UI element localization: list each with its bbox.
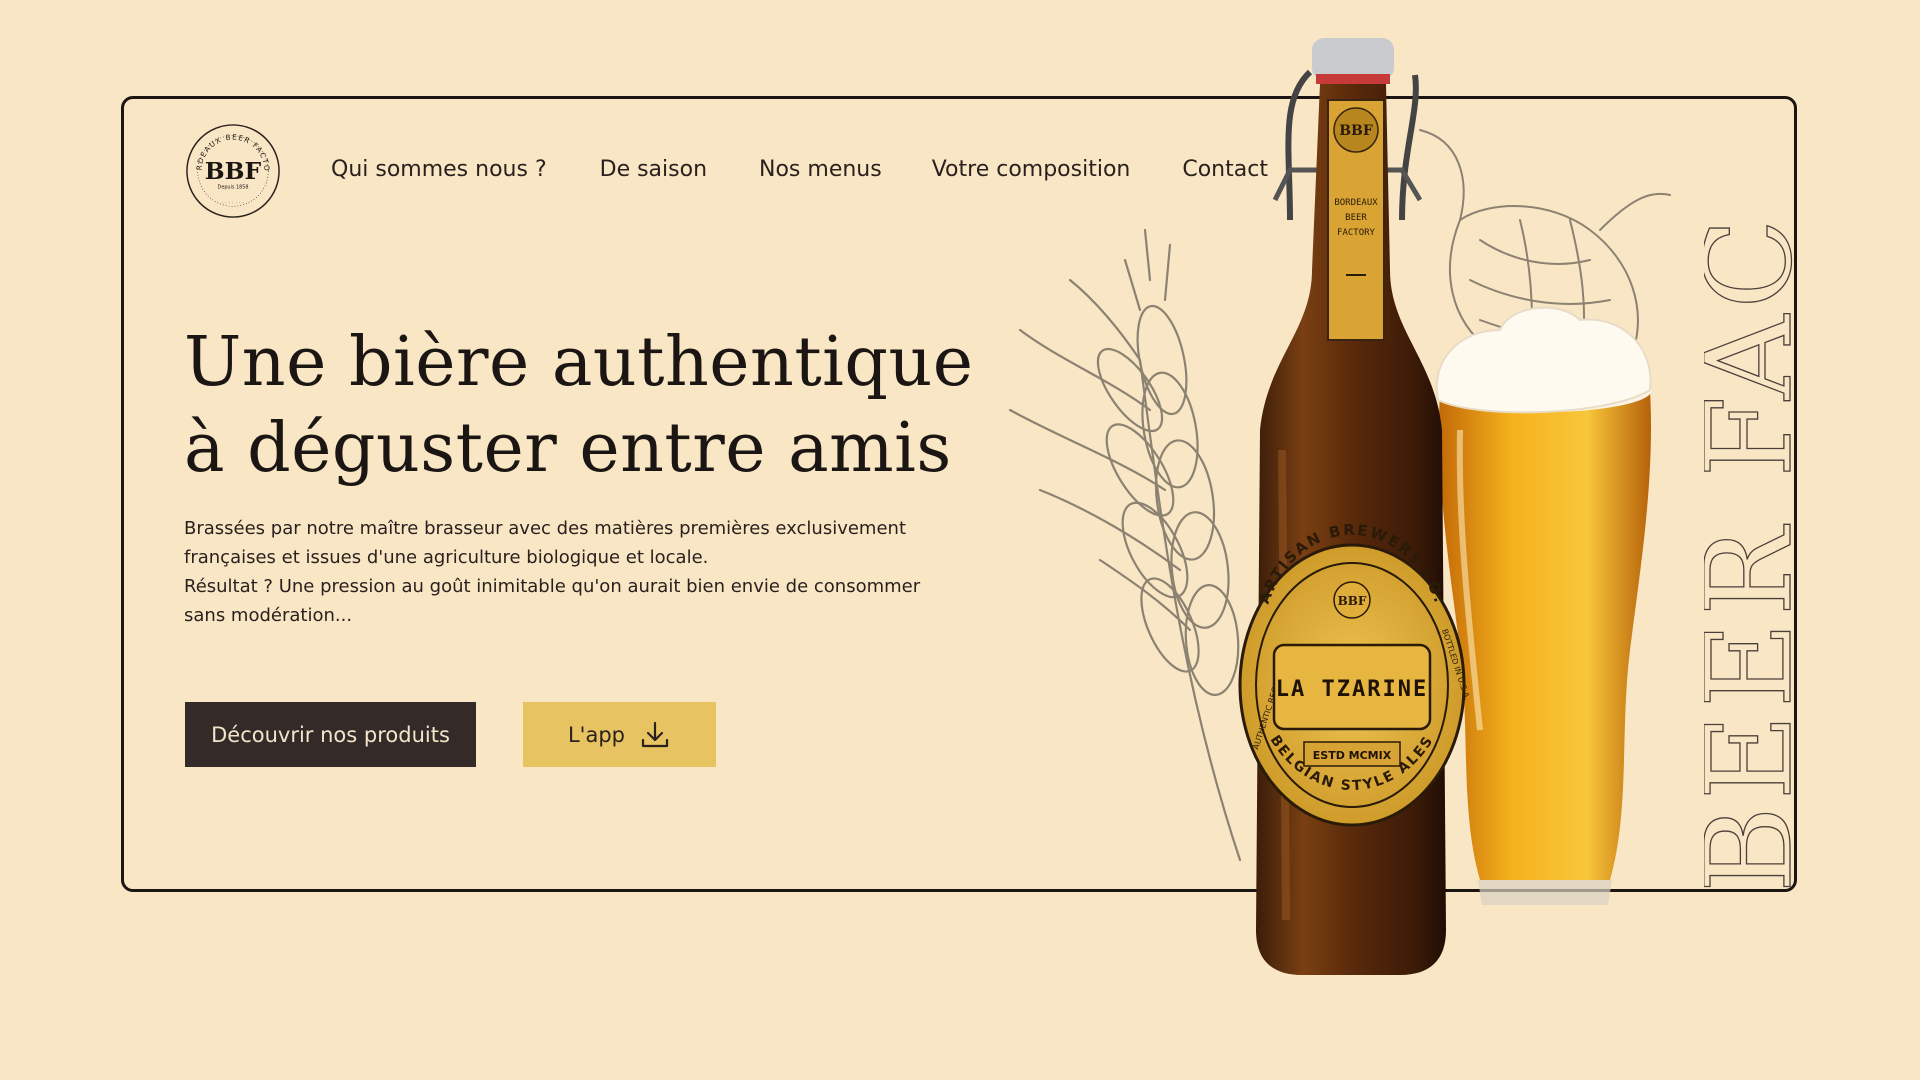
hero-headline-line1: Une bière authentique [184,323,974,402]
neck-label-line: BORDEAUX [1334,198,1378,208]
nav-link-menus[interactable]: Nos menus [759,157,882,182]
download-icon [641,721,669,747]
neck-label-line: BEER [1345,213,1367,223]
beer-glass [1435,306,1652,905]
hero-headline: Une bière authentique à déguster entre a… [184,320,974,492]
hero-description-line: françaises et issues d'une agriculture b… [184,547,709,568]
discover-products-button[interactable]: Découvrir nos produits [185,702,476,767]
product-illustration: BBF BORDEAUX BEER FACTORY ARTISAN BREWER… [1008,38,1671,975]
label-mark: BBF [1338,594,1367,608]
neck-label-mark: BBF [1339,123,1373,139]
hero-description: Brassées par notre maître brasseur avec … [184,514,924,630]
hero-headline-line2: à déguster entre amis [184,409,952,488]
svg-text:· · · · · · ·: · · · · · · · [222,200,245,205]
hero-description-line: Résultat ? Une pression au goût inimitab… [184,576,921,597]
discover-products-label: Découvrir nos produits [211,722,450,747]
hero-description-line: sans modération... [184,605,353,626]
neck-label-line: FACTORY [1337,228,1376,238]
nav-link-about[interactable]: Qui sommes nous ? [331,157,547,182]
wheat-sketch [1008,228,1242,862]
app-download-label: L'app [567,722,625,747]
brand-logo[interactable]: BORDEAUX BEER FACTORY BBF Depuis 1858 · … [184,122,282,220]
logo-monogram: BBF [205,157,262,185]
label-name: LA TZARINE [1276,677,1428,702]
nav-link-seasonal[interactable]: De saison [600,157,707,182]
beer-bottle: BBF BORDEAUX BEER FACTORY ARTISAN BREWER… [1238,38,1472,975]
label-estd: ESTD MCMIX [1313,749,1392,762]
hero-description-line: Brassées par notre maître brasseur avec … [184,518,907,539]
logo-since: Depuis 1858 [218,185,249,191]
app-download-button[interactable]: L'app [523,702,716,767]
